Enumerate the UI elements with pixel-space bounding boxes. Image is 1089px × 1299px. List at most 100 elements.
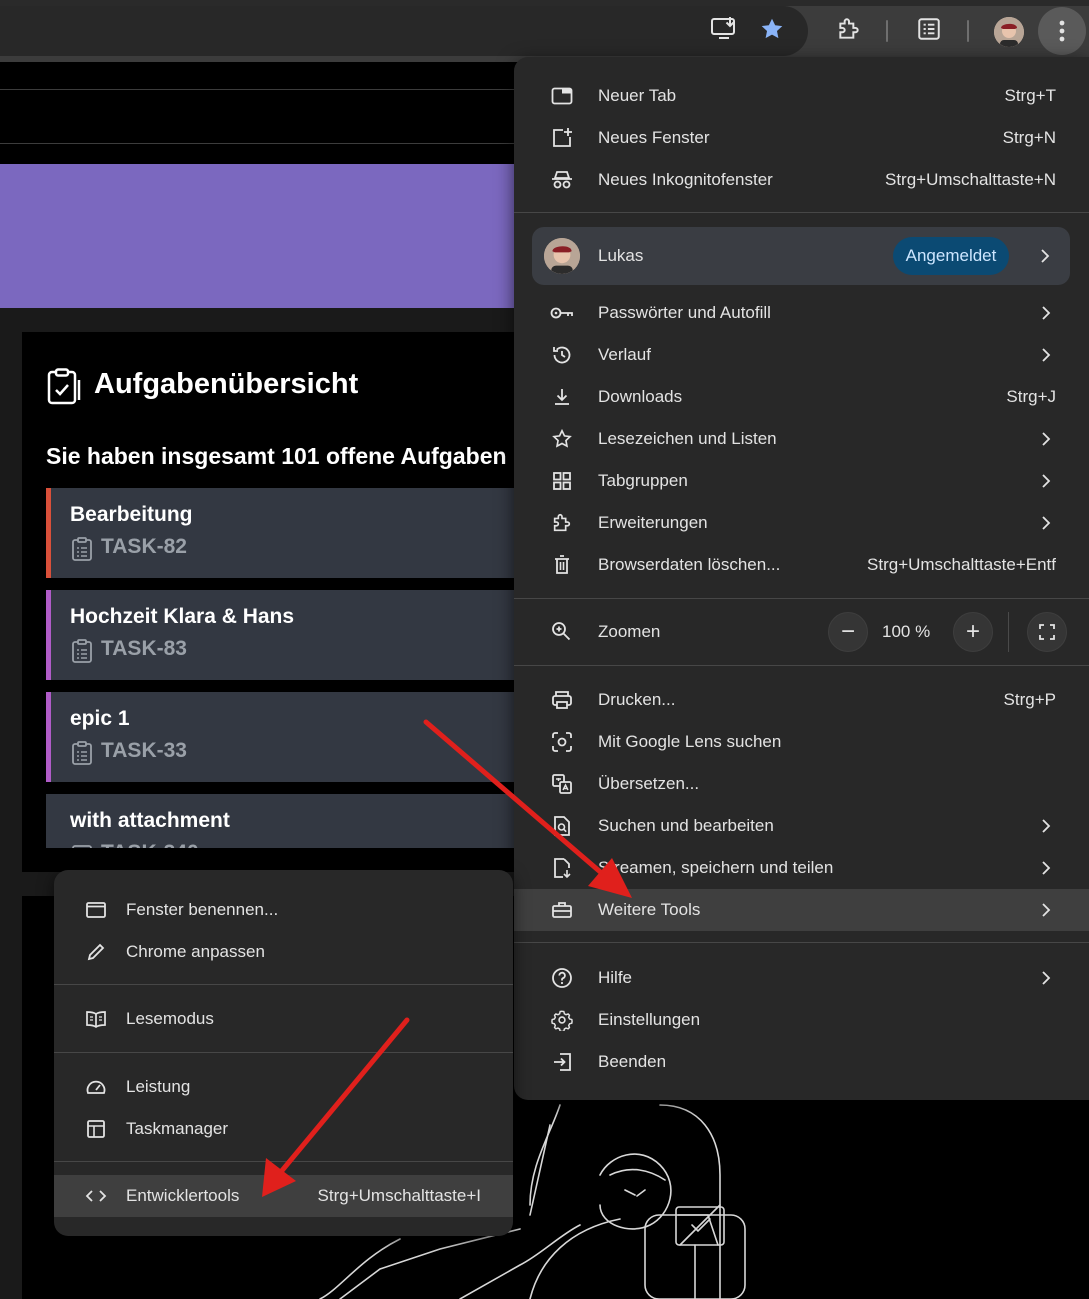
menu-divider bbox=[514, 212, 1089, 213]
menu-item-passwords[interactable]: Passwörter und Autofill bbox=[514, 292, 1089, 334]
profile-avatar bbox=[544, 238, 580, 274]
menu-item-cast-save-share[interactable]: Streamen, speichern und teilen bbox=[514, 847, 1089, 889]
profile-name: Lukas bbox=[598, 246, 644, 265]
toolbox-icon bbox=[550, 898, 574, 922]
printer-icon bbox=[550, 688, 574, 712]
book-icon bbox=[84, 1007, 108, 1031]
chevron-right-icon bbox=[1042, 819, 1051, 833]
menu-item-downloads[interactable]: Downloads Strg+J bbox=[514, 376, 1089, 418]
zoom-in-button[interactable]: + bbox=[953, 612, 993, 652]
profile-avatar[interactable] bbox=[994, 17, 1024, 47]
window-icon bbox=[84, 898, 108, 922]
page-divider bbox=[0, 143, 520, 144]
task-id: TASK-340 bbox=[101, 841, 199, 848]
menu-item-new-tab[interactable]: Neuer Tab Strg+T bbox=[514, 75, 1089, 117]
code-icon bbox=[84, 1184, 108, 1208]
zoom-level: 100 % bbox=[882, 622, 931, 641]
submenu-divider bbox=[54, 1161, 513, 1162]
menu-item-new-window[interactable]: Neues Fenster Strg+N bbox=[514, 117, 1089, 159]
submenu-divider bbox=[54, 1052, 513, 1053]
menu-profile-row[interactable]: Lukas Angemeldet bbox=[532, 227, 1070, 285]
extensions-icon[interactable] bbox=[834, 14, 864, 44]
task-color-bar bbox=[46, 692, 51, 782]
task-item[interactable]: Hochzeit Klara & Hans TASK-83 bbox=[46, 590, 518, 680]
fullscreen-button[interactable] bbox=[1027, 612, 1067, 652]
menu-item-bookmarks[interactable]: Lesezeichen und Listen bbox=[514, 418, 1089, 460]
menu-item-lens[interactable]: Mit Google Lens suchen bbox=[514, 721, 1089, 763]
submenu-item-shortcut: Strg+Umschalttaste+I bbox=[317, 1186, 481, 1205]
menu-item-label: Passwörter und Autofill bbox=[598, 303, 771, 322]
save-share-icon bbox=[550, 856, 574, 880]
gear-icon bbox=[550, 1008, 574, 1032]
clipboard-list-icon bbox=[71, 537, 93, 561]
submenu-item-label: Lesemodus bbox=[126, 1009, 214, 1028]
task-item[interactable]: epic 1 TASK-33 bbox=[46, 692, 518, 782]
menu-item-label: Neuer Tab bbox=[598, 86, 677, 105]
submenu-item-reading-mode[interactable]: Lesemodus bbox=[54, 998, 513, 1040]
menu-item-label: Tabgruppen bbox=[598, 471, 688, 490]
puzzle-icon bbox=[550, 511, 574, 535]
submenu-item-label: Leistung bbox=[126, 1077, 191, 1096]
chevron-right-icon bbox=[1042, 903, 1051, 917]
install-icon[interactable] bbox=[709, 14, 739, 44]
task-id: TASK-33 bbox=[101, 739, 187, 762]
zoom-label: Zoomen bbox=[598, 622, 661, 641]
zoom-out-button[interactable]: − bbox=[828, 612, 868, 652]
submenu-item-devtools[interactable]: Entwicklertools Strg+Umschalttaste+I bbox=[54, 1175, 513, 1217]
menu-item-shortcut: Strg+N bbox=[1002, 128, 1056, 147]
submenu-item-name-window[interactable]: Fenster benennen... bbox=[54, 889, 513, 931]
menu-item-shortcut: Strg+J bbox=[1006, 387, 1056, 406]
menu-item-label: Lesezeichen und Listen bbox=[598, 429, 777, 448]
trash-icon bbox=[550, 553, 574, 577]
menu-item-print[interactable]: Drucken... Strg+P bbox=[514, 679, 1089, 721]
menu-item-shortcut: Strg+Umschalttaste+Entf bbox=[867, 555, 1056, 574]
menu-item-translate[interactable]: Übersetzen... bbox=[514, 763, 1089, 805]
menu-item-incognito[interactable]: Neues Inkognitofenster Strg+Umschalttast… bbox=[514, 159, 1089, 201]
menu-item-label: Drucken... bbox=[598, 690, 676, 709]
hero-banner bbox=[0, 164, 520, 308]
task-name: with attachment bbox=[70, 809, 230, 832]
task-id: TASK-82 bbox=[101, 535, 187, 558]
address-bar[interactable] bbox=[0, 6, 808, 56]
bookmark-star-icon[interactable] bbox=[757, 14, 787, 44]
new-tab-icon bbox=[550, 84, 574, 108]
menu-dots-icon[interactable] bbox=[1038, 7, 1086, 55]
task-item[interactable]: Bearbeitung TASK-82 bbox=[46, 488, 518, 578]
submenu-item-label: Entwicklertools bbox=[126, 1186, 240, 1205]
task-item[interactable]: with attachment TASK-340 bbox=[46, 794, 518, 848]
task-color-bar bbox=[46, 590, 51, 680]
tab-groups-icon bbox=[550, 469, 574, 493]
open-tasks-summary: Sie haben insgesamt 101 offene Aufgaben bbox=[46, 443, 507, 469]
menu-item-clear-data[interactable]: Browserdaten löschen... Strg+Umschalttas… bbox=[514, 544, 1089, 586]
submenu-item-label: Fenster benennen... bbox=[126, 900, 279, 919]
submenu-item-performance[interactable]: Leistung bbox=[54, 1066, 513, 1108]
menu-item-label: Hilfe bbox=[598, 968, 633, 987]
signed-in-badge: Angemeldet bbox=[893, 237, 1009, 275]
menu-item-extensions[interactable]: Erweiterungen bbox=[514, 502, 1089, 544]
find-page-icon bbox=[550, 814, 574, 838]
pencil-icon bbox=[84, 940, 108, 964]
menu-item-label: Übersetzen... bbox=[598, 774, 700, 793]
menu-item-tabgroups[interactable]: Tabgruppen bbox=[514, 460, 1089, 502]
menu-item-settings[interactable]: Einstellungen bbox=[514, 999, 1089, 1041]
menu-item-label: Einstellungen bbox=[598, 1010, 701, 1029]
menu-item-find-edit[interactable]: Suchen und bearbeiten bbox=[514, 805, 1089, 847]
reading-list-icon[interactable] bbox=[914, 14, 944, 44]
menu-item-exit[interactable]: Beenden bbox=[514, 1041, 1089, 1083]
menu-item-zoom: Zoomen − 100 % + bbox=[514, 600, 1089, 664]
submenu-item-task-manager[interactable]: Taskmanager bbox=[54, 1108, 513, 1150]
menu-item-shortcut: Strg+Umschalttaste+N bbox=[884, 170, 1056, 189]
toolbar-divider bbox=[886, 20, 888, 42]
menu-item-history[interactable]: Verlauf bbox=[514, 334, 1089, 376]
chevron-right-icon bbox=[1042, 474, 1051, 488]
menu-item-label: Weitere Tools bbox=[598, 900, 701, 919]
task-name: epic 1 bbox=[70, 707, 130, 730]
menu-divider bbox=[514, 665, 1089, 666]
clipboard-list-icon bbox=[71, 843, 93, 848]
submenu-item-customize[interactable]: Chrome anpassen bbox=[54, 931, 513, 973]
menu-item-help[interactable]: Hilfe bbox=[514, 957, 1089, 999]
menu-item-more-tools[interactable]: Weitere Tools bbox=[514, 889, 1089, 931]
chevron-right-icon bbox=[1042, 348, 1051, 362]
speedometer-icon bbox=[84, 1075, 108, 1099]
task-manager-icon bbox=[84, 1117, 108, 1141]
